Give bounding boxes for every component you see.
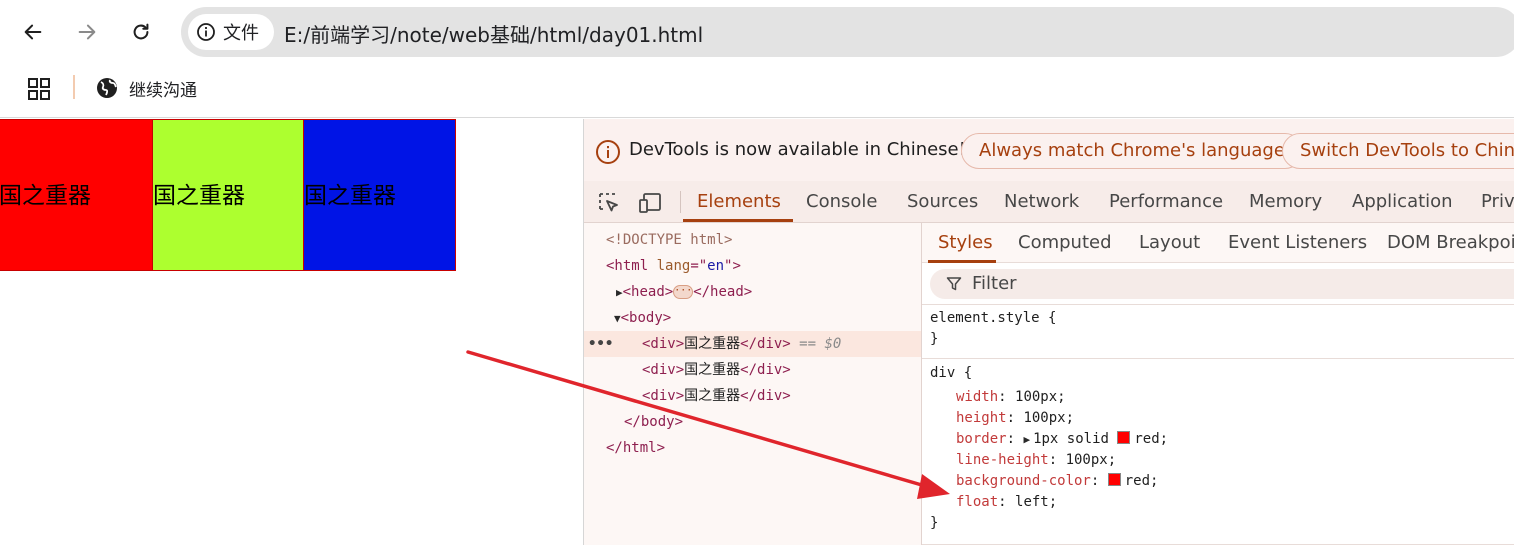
subtab-layout[interactable]: Layout xyxy=(1139,232,1200,253)
forward-arrow-icon xyxy=(78,24,96,40)
infobar-message: DevTools is now available in Chinese! xyxy=(629,139,966,160)
device-toolbar-icon[interactable] xyxy=(638,190,664,216)
devtools-panel: DevTools is now available in Chinese! Al… xyxy=(583,119,1514,545)
dom-body-close[interactable]: </body> xyxy=(624,409,683,435)
dom-html-node[interactable]: <html lang="en"> xyxy=(606,253,741,279)
filter-funnel-icon xyxy=(946,277,962,291)
css-property-float[interactable]: float: left; xyxy=(956,492,1057,513)
tabbar-divider xyxy=(680,191,681,213)
subtab-dom-breakpoints[interactable]: DOM Breakpoints xyxy=(1387,232,1514,253)
tab-network[interactable]: Network xyxy=(1004,191,1079,212)
apps-grid-icon[interactable] xyxy=(27,77,51,101)
back-button[interactable] xyxy=(15,14,51,50)
collapsed-ellipsis-icon[interactable]: ··· xyxy=(673,285,694,299)
color-swatch-icon[interactable] xyxy=(1107,473,1121,486)
css-property-border[interactable]: border: ▶ 1px solid red; xyxy=(956,429,1168,450)
filter-input[interactable]: Filter xyxy=(930,269,1514,299)
css-property-background-color[interactable]: background-color: red; xyxy=(956,471,1158,492)
bookmarks-divider xyxy=(73,75,75,99)
css-property-width[interactable]: width: 100px; xyxy=(956,387,1066,408)
rule-selector[interactable]: div { xyxy=(930,363,972,384)
back-arrow-icon xyxy=(24,24,42,40)
bookmark-item[interactable]: 继续沟通 xyxy=(96,75,197,101)
expand-triangle-icon[interactable]: ▶ xyxy=(616,286,623,299)
box-text: 国之重器 xyxy=(0,183,91,209)
inspect-element-icon[interactable] xyxy=(596,190,622,216)
div-style-rule: div { width: 100px; height: 100px; borde… xyxy=(922,359,1514,545)
rule-selector[interactable]: element.style { xyxy=(930,308,1056,329)
tab-console[interactable]: Console xyxy=(806,191,877,212)
tab-application[interactable]: Application xyxy=(1352,191,1453,212)
forward-button[interactable] xyxy=(69,14,105,50)
blue-div-box: 国之重器 xyxy=(303,119,456,271)
element-style-rule: element.style { } xyxy=(922,305,1514,359)
dom-html-close[interactable]: </html> xyxy=(606,435,665,461)
green-div-box: 国之重器 xyxy=(152,119,304,271)
dom-head-node[interactable]: ▶<head>···</head> xyxy=(616,279,752,305)
rule-close-brace: } xyxy=(930,515,939,531)
filter-row: Filter xyxy=(922,263,1514,305)
red-div-box: 国之重器 xyxy=(0,119,153,271)
switch-devtools-language-button[interactable]: Switch DevTools to Chinese xyxy=(1282,133,1514,169)
collapse-triangle-icon[interactable]: ▼ xyxy=(614,312,621,325)
styles-subtabs: Styles Computed Layout Event Listeners D… xyxy=(922,223,1514,263)
url-text[interactable]: E:/前端学习/note/web基础/html/day01.html xyxy=(284,19,703,48)
tab-elements[interactable]: Elements xyxy=(697,191,781,212)
reload-button[interactable] xyxy=(123,14,159,50)
language-infobar: DevTools is now available in Chinese! Al… xyxy=(584,119,1514,181)
box-text: 国之重器 xyxy=(153,183,245,209)
dom-tree: <!DOCTYPE html> <html lang="en"> ▶<head>… xyxy=(584,223,921,545)
rule-close-brace: } xyxy=(930,331,939,347)
devtools-tabbar: Elements Console Sources Network Perform… xyxy=(584,181,1514,223)
address-bar[interactable]: 文件 E:/前端学习/note/web基础/html/day01.html xyxy=(181,7,1514,57)
color-swatch-icon[interactable] xyxy=(1117,431,1131,444)
site-info-chip[interactable]: 文件 xyxy=(188,14,274,50)
styles-pane: Styles Computed Layout Event Listeners D… xyxy=(921,223,1514,545)
active-tab-indicator xyxy=(683,219,793,222)
subtab-styles[interactable]: Styles xyxy=(938,232,993,253)
dom-div-node[interactable]: <div>国之重器</div> xyxy=(642,383,791,409)
filter-placeholder: Filter xyxy=(972,273,1017,294)
tab-memory[interactable]: Memory xyxy=(1249,191,1322,212)
more-actions-icon[interactable]: ••• xyxy=(588,331,613,357)
tab-privacy[interactable]: Privacy xyxy=(1481,191,1514,212)
site-chip-label: 文件 xyxy=(223,23,259,44)
css-property-line-height[interactable]: line-height: 100px; xyxy=(956,450,1116,471)
info-icon xyxy=(197,23,215,41)
dom-body-node[interactable]: ▼<body> xyxy=(614,305,671,331)
page-viewport: 国之重器 国之重器 国之重器 xyxy=(0,119,583,545)
box-text: 国之重器 xyxy=(304,183,396,209)
browser-toolbar: 文件 E:/前端学习/note/web基础/html/day01.html xyxy=(0,0,1514,62)
globe-icon xyxy=(97,78,117,98)
subtab-computed[interactable]: Computed xyxy=(1018,232,1112,253)
dom-div-node[interactable]: <div>国之重器</div> xyxy=(642,357,791,383)
tab-performance[interactable]: Performance xyxy=(1109,191,1223,212)
dom-doctype[interactable]: <!DOCTYPE html> xyxy=(606,227,732,253)
tab-sources[interactable]: Sources xyxy=(907,191,978,212)
bookmarks-bar: 继续沟通 xyxy=(0,62,1514,118)
always-match-language-button[interactable]: Always match Chrome's language xyxy=(961,133,1303,169)
info-circle-icon xyxy=(596,140,620,164)
reload-icon xyxy=(133,23,149,40)
bookmark-label: 继续沟通 xyxy=(129,80,197,101)
css-property-height[interactable]: height: 100px; xyxy=(956,408,1074,429)
subtab-event-listeners[interactable]: Event Listeners xyxy=(1228,232,1367,253)
expand-shorthand-icon[interactable]: ▶ xyxy=(1023,433,1030,446)
dom-div-node-selected[interactable]: ••• <div>国之重器</div> == $0 xyxy=(584,331,921,357)
